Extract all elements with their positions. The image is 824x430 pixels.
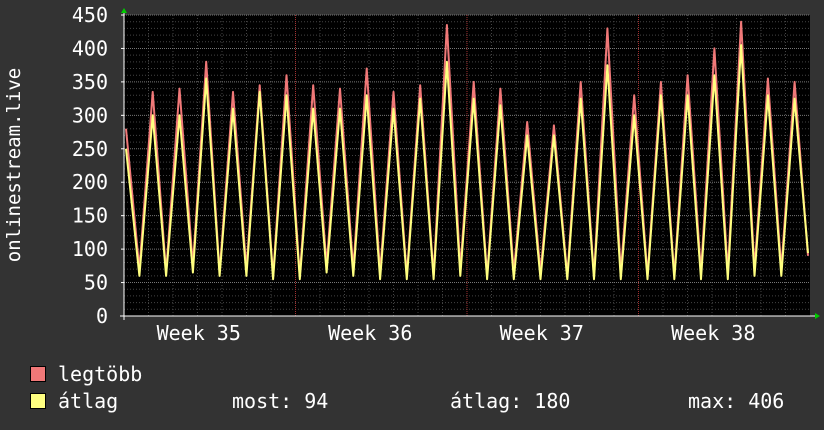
y-axis-title: onlinestream.live: [3, 68, 25, 262]
y-tick-label: 100: [72, 237, 108, 261]
x-tick-label: Week 35: [157, 321, 241, 345]
x-axis-labels: Week 35 Week 36 Week 37 Week 38: [157, 321, 756, 345]
stat-now: most: 94: [232, 389, 329, 413]
y-tick-label: 300: [72, 103, 108, 127]
x-tick-label: Week 38: [671, 321, 755, 345]
y-tick-label: 200: [72, 170, 108, 194]
legend-swatch-avg: [30, 392, 46, 409]
legend-label-max: legtöbb: [58, 362, 143, 386]
y-tick-label: 450: [72, 3, 108, 27]
legend-label-avg: átlag: [58, 389, 119, 413]
legend-item-avg: átlag: [30, 389, 118, 413]
stat-avg: átlag: 180: [450, 389, 571, 413]
y-tick-label: 150: [72, 204, 108, 228]
y-tick-label: 0: [96, 304, 108, 328]
y-tick-label: 50: [84, 271, 108, 295]
x-tick-label: Week 36: [328, 321, 412, 345]
stat-max: max: 406: [688, 389, 785, 413]
y-tick-label: 400: [72, 36, 108, 60]
x-axis-arrow: [815, 313, 820, 319]
y-tick-label: 350: [72, 70, 108, 94]
y-axis-arrow: [121, 8, 127, 13]
legend-item-max: legtöbb: [30, 362, 142, 386]
x-tick-label: Week 37: [500, 321, 584, 345]
y-tick-label: 250: [72, 137, 108, 161]
y-axis-labels: 0 50 100 150 200 250 300 350 400 450: [72, 3, 108, 328]
legend-swatch-max: [30, 365, 46, 382]
